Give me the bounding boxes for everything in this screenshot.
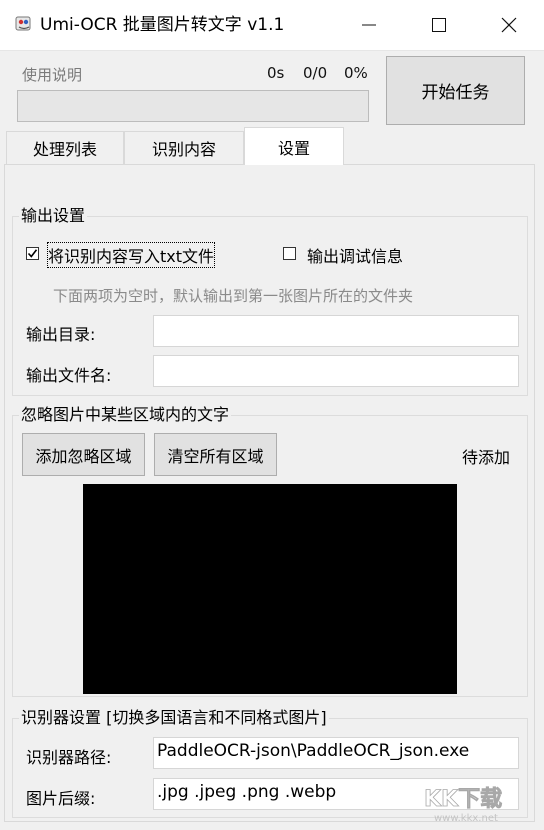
app-icon: [15, 16, 31, 31]
output-dir-label: 输出目录:: [26, 325, 96, 344]
image-suffix-label: 图片后缀:: [26, 789, 96, 808]
watermark-subtext: www.kkx.net: [434, 813, 498, 824]
output-settings-title: 输出设置: [19, 206, 88, 226]
progress-percent: 0%: [344, 64, 368, 82]
close-icon: [501, 17, 517, 33]
debug-info-label[interactable]: 输出调试信息: [307, 243, 403, 267]
watermark-logo: KK下载 www.kkx.net: [420, 780, 540, 824]
clear-all-regions-button[interactable]: 清空所有区域: [154, 433, 277, 476]
tab-recognized-content[interactable]: 识别内容: [124, 131, 244, 164]
output-dir-input[interactable]: [153, 315, 519, 347]
recognizer-settings-title: 识别器设置 [切换多国语言和不同格式图片]: [19, 708, 329, 728]
write-txt-checkbox[interactable]: [26, 247, 39, 260]
ignore-status: 待添加: [462, 448, 511, 467]
close-button[interactable]: [474, 0, 544, 50]
title-bar: Umi-OCR 批量图片转文字 v1.1: [0, 0, 544, 51]
output-filename-input[interactable]: [153, 355, 519, 387]
watermark-text: KK下载: [424, 786, 502, 812]
progress-bar: [17, 90, 369, 122]
ignore-region-canvas[interactable]: [83, 484, 457, 694]
maximize-icon: [432, 18, 446, 32]
checkmark-icon: [27, 249, 38, 258]
tab-settings[interactable]: 设置: [244, 127, 344, 165]
minimize-icon: [362, 24, 376, 26]
output-filename-label: 输出文件名:: [26, 366, 112, 385]
start-task-button[interactable]: 开始任务: [386, 56, 525, 125]
output-hint: 下面两项为空时，默认输出到第一张图片所在的文件夹: [53, 287, 414, 305]
recognizer-path-input[interactable]: PaddleOCR-json\PaddleOCR_json.exe: [153, 737, 519, 769]
window-title: Umi-OCR 批量图片转文字 v1.1: [40, 15, 285, 35]
help-link[interactable]: 使用说明: [22, 64, 82, 85]
recognizer-path-label: 识别器路径:: [26, 748, 112, 767]
write-txt-label[interactable]: 将识别内容写入txt文件: [46, 242, 216, 268]
ignore-regions-title: 忽略图片中某些区域内的文字: [19, 405, 232, 425]
watermark-graphic: KK下载 www.kkx.net: [424, 786, 503, 824]
debug-info-checkbox[interactable]: [283, 247, 296, 260]
add-ignore-region-button[interactable]: 添加忽略区域: [22, 433, 145, 476]
elapsed-time: 0s: [267, 64, 285, 82]
tab-process-list[interactable]: 处理列表: [6, 131, 124, 164]
progress-count: 0/0: [303, 64, 328, 82]
minimize-button[interactable]: [334, 0, 404, 50]
maximize-button[interactable]: [404, 0, 474, 50]
